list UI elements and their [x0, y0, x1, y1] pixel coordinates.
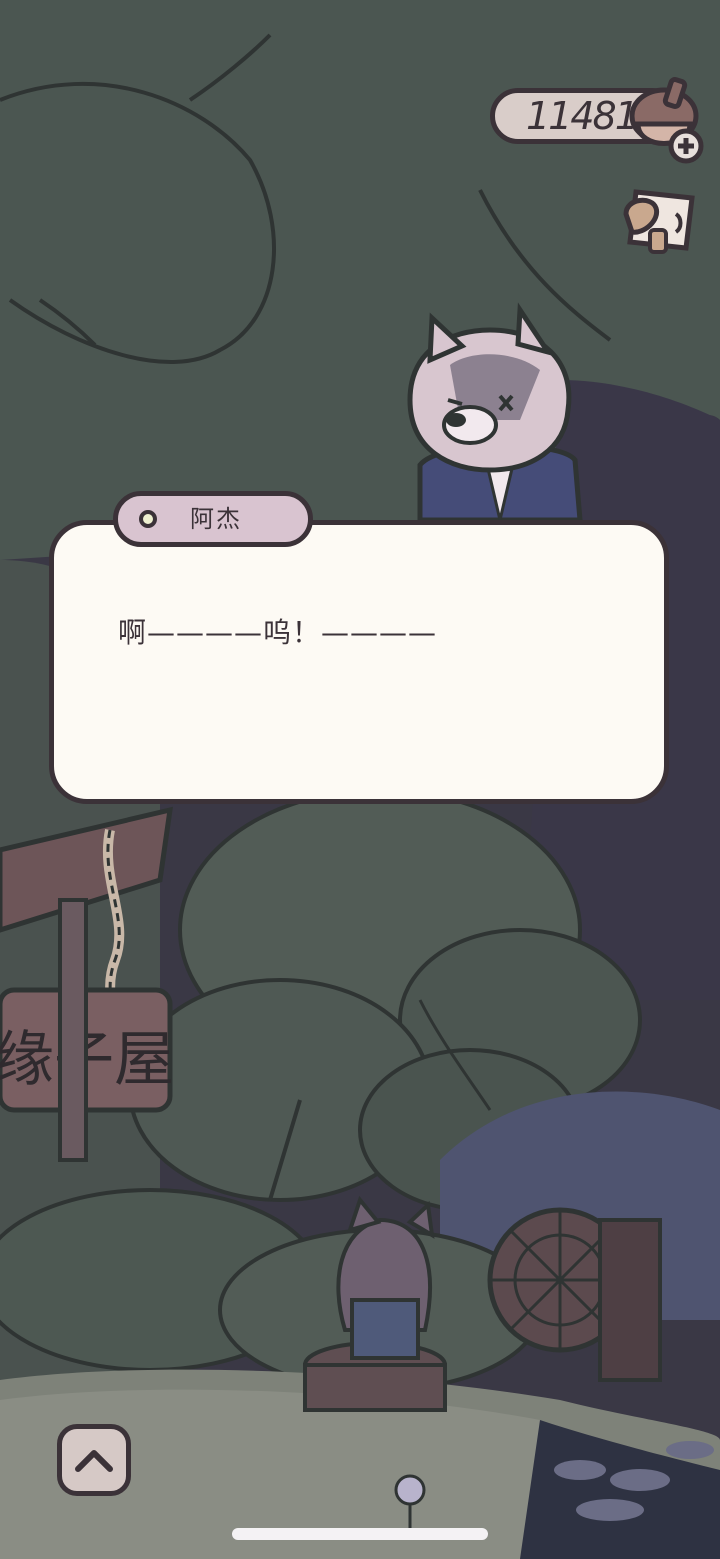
dialog-text: 啊————呜！———— [118, 616, 438, 649]
name-tag-dot-icon [139, 510, 157, 528]
home-indicator[interactable] [232, 1528, 488, 1540]
acorn-add-icon[interactable] [624, 72, 710, 168]
dialog-box[interactable] [49, 520, 669, 804]
letter-icon[interactable] [620, 178, 704, 262]
expand-menu-button[interactable] [57, 1424, 131, 1496]
currency-value: 11481 [526, 94, 639, 138]
chevron-up-icon [75, 1450, 113, 1472]
speaker-name: 阿杰 [190, 505, 242, 533]
